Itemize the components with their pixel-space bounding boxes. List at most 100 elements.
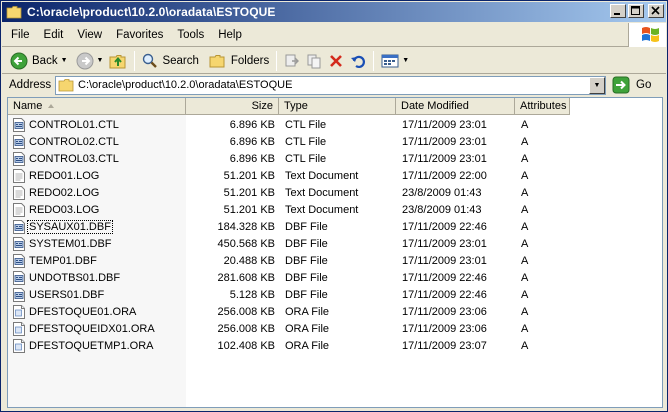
- file-name-cell[interactable]: SYSAUX01.DBF: [8, 219, 186, 234]
- file-name-cell[interactable]: CONTROL03.CTL: [8, 151, 186, 166]
- go-button[interactable]: Go: [612, 76, 651, 94]
- file-name-cell[interactable]: DFESTOQUETMP1.ORA: [8, 338, 186, 353]
- file-row[interactable]: TEMP01.DBF 20.488 KB DBF File 17/11/2009 23…: [8, 252, 579, 269]
- folders-icon: [209, 54, 225, 67]
- file-date-modified: 23/8/2009 01:43: [402, 186, 482, 199]
- column-type[interactable]: Type: [279, 98, 396, 115]
- close-button[interactable]: [648, 4, 664, 18]
- file-row[interactable]: CONTROL03.CTL 6.896 KB CTL File 17/11/2009 …: [8, 150, 579, 167]
- file-name-cell[interactable]: SYSTEM01.DBF: [8, 236, 186, 251]
- menu-help[interactable]: Help: [211, 29, 249, 41]
- views-button[interactable]: ▼: [378, 50, 412, 72]
- copy-to-button[interactable]: [303, 50, 325, 72]
- file-date-modified: 17/11/2009 23:06: [402, 305, 487, 318]
- go-label: Go: [636, 79, 652, 91]
- column-size[interactable]: Size: [186, 98, 279, 115]
- file-attributes: A: [521, 203, 529, 216]
- file-row[interactable]: REDO01.LOG 51.201 KB Text Document 17/11/20…: [8, 167, 579, 184]
- file-name: REDO02.LOG: [29, 186, 100, 199]
- file-name-cell[interactable]: DFESTOQUEIDX01.ORA: [8, 321, 186, 336]
- file-date-modified: 17/11/2009 22:00: [402, 169, 487, 182]
- file-list[interactable]: Name Size Type Date Modified Attributes …: [7, 97, 663, 408]
- chevron-down-icon[interactable]: ▼: [61, 57, 68, 64]
- folders-button[interactable]: Folders: [206, 50, 272, 72]
- file-date-modified: 17/11/2009 22:46: [402, 271, 487, 284]
- file-type: DBF File: [285, 220, 328, 233]
- file-row[interactable]: CONTROL01.CTL 6.896 KB CTL File 17/11/2009 …: [8, 116, 579, 133]
- file-name-cell[interactable]: REDO03.LOG: [8, 202, 186, 217]
- copy-to-icon: [307, 54, 321, 68]
- up-folder-button[interactable]: [106, 50, 130, 72]
- column-attributes[interactable]: Attributes: [515, 98, 570, 115]
- file-type: ORA File: [285, 339, 330, 352]
- file-row[interactable]: SYSAUX01.DBF 184.328 KB DBF File 17/11/2009…: [8, 218, 579, 235]
- move-to-icon: [285, 54, 300, 66]
- file-row[interactable]: DFESTOQUETMP1.ORA 102.408 KB ORA File 17/11…: [8, 337, 579, 354]
- file-name-cell[interactable]: USERS01.DBF: [8, 287, 186, 302]
- maximize-icon: [631, 6, 640, 15]
- windows-logo: [628, 23, 666, 47]
- file-row[interactable]: USERS01.DBF 5.128 KB DBF File 17/11/2009 22…: [8, 286, 579, 303]
- file-name-cell[interactable]: CONTROL02.CTL: [8, 134, 186, 149]
- file-name-cell[interactable]: CONTROL01.CTL: [8, 117, 186, 132]
- file-date-modified: 17/11/2009 23:01: [402, 118, 487, 131]
- file-attributes: A: [521, 237, 529, 250]
- search-label: Search: [162, 54, 199, 67]
- undo-button[interactable]: [347, 50, 369, 72]
- file-type: ORA File: [285, 322, 330, 335]
- file-row[interactable]: SYSTEM01.DBF 450.568 KB DBF File 17/11/2009…: [8, 235, 579, 252]
- file-type: ORA File: [285, 305, 330, 318]
- file-type: DBF File: [285, 288, 328, 301]
- search-button[interactable]: Search: [139, 50, 201, 72]
- delete-button[interactable]: [325, 50, 347, 72]
- back-label: Back: [32, 54, 58, 67]
- title-bar[interactable]: C:\oracle\product\10.2.0\oradata\ESTOQUE: [2, 2, 666, 22]
- minimize-button[interactable]: [610, 4, 626, 18]
- file-date-modified: 17/11/2009 23:01: [402, 135, 487, 148]
- file-attributes: A: [521, 118, 529, 131]
- file-attributes: A: [521, 169, 529, 182]
- menu-favorites[interactable]: Favorites: [109, 29, 170, 41]
- menu-file[interactable]: File: [2, 29, 37, 41]
- file-row[interactable]: REDO03.LOG 51.201 KB Text Document 23/8/200…: [8, 201, 579, 218]
- move-to-button[interactable]: [281, 50, 303, 72]
- maximize-button[interactable]: [628, 4, 644, 18]
- window-title: C:\oracle\product\10.2.0\oradata\ESTOQUE: [27, 5, 276, 19]
- column-name[interactable]: Name: [8, 98, 186, 115]
- close-icon: [651, 6, 660, 15]
- search-icon: [143, 53, 158, 68]
- file-row[interactable]: CONTROL02.CTL 6.896 KB CTL File 17/11/2009 …: [8, 133, 579, 150]
- file-size: 102.408 KB: [217, 339, 276, 352]
- menu-view[interactable]: View: [70, 29, 109, 41]
- system-file-icon: [13, 134, 25, 149]
- file-date-modified: 17/11/2009 22:46: [402, 288, 487, 301]
- file-name-cell[interactable]: DFESTOQUE01.ORA: [8, 304, 186, 319]
- file-row[interactable]: DFESTOQUEIDX01.ORA 256.008 KB ORA File 17/1…: [8, 320, 579, 337]
- menu-edit[interactable]: Edit: [37, 29, 71, 41]
- file-size: 5.128 KB: [229, 288, 275, 301]
- chevron-down-icon[interactable]: ▼: [97, 57, 104, 64]
- menu-tools[interactable]: Tools: [170, 29, 211, 41]
- file-size: 281.608 KB: [217, 271, 276, 284]
- back-button[interactable]: Back ▼: [7, 50, 71, 72]
- file-name-cell[interactable]: REDO01.LOG: [8, 168, 186, 183]
- address-input[interactable]: C:\oracle\product\10.2.0\oradata\ESTOQUE…: [55, 75, 606, 95]
- file-name-cell[interactable]: REDO02.LOG: [8, 185, 186, 200]
- forward-button[interactable]: ▼: [73, 50, 107, 72]
- file-name-cell[interactable]: TEMP01.DBF: [8, 253, 186, 268]
- chevron-down-icon[interactable]: ▼: [402, 57, 409, 64]
- file-attributes: A: [521, 135, 529, 148]
- address-dropdown-button[interactable]: ▼: [589, 76, 605, 94]
- file-row[interactable]: REDO02.LOG 51.201 KB Text Document 23/8/200…: [8, 184, 579, 201]
- file-date-modified: 17/11/2009 23:06: [402, 322, 487, 335]
- file-name-cell[interactable]: UNDOTBS01.DBF: [8, 270, 186, 285]
- generic-file-icon: [13, 304, 25, 319]
- file-attributes: A: [521, 186, 529, 199]
- file-row[interactable]: UNDOTBS01.DBF 281.608 KB DBF File 17/11/200…: [8, 269, 579, 286]
- file-size: 256.008 KB: [217, 305, 276, 318]
- column-date-modified[interactable]: Date Modified: [396, 98, 515, 115]
- folder-icon: [6, 6, 22, 19]
- file-attributes: A: [521, 322, 529, 335]
- file-row[interactable]: DFESTOQUE01.ORA 256.008 KB ORA File 17/11/2…: [8, 303, 579, 320]
- address-bar: Address C:\oracle\product\10.2.0\oradata…: [2, 74, 666, 96]
